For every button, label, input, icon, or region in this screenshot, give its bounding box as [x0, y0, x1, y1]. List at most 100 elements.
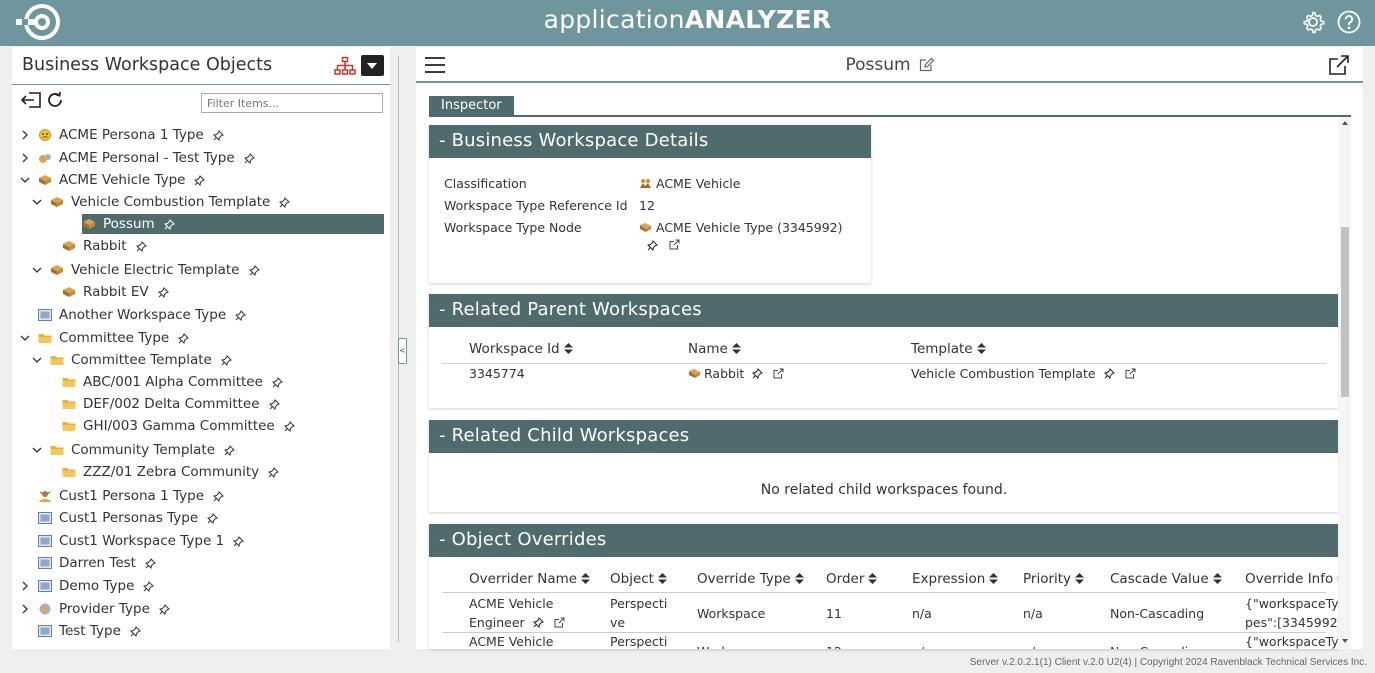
collapse-panel-button[interactable]: < — [398, 338, 407, 364]
tree-item[interactable]: ACME Persona 1 Type — [38, 125, 224, 145]
chevron-down-icon[interactable] — [32, 355, 42, 365]
pin-icon[interactable] — [279, 196, 291, 208]
inspector-scrollbar[interactable] — [1339, 117, 1351, 649]
parents-section-header[interactable]: - Related Parent Workspaces — [429, 294, 1338, 327]
chevron-right-icon[interactable] — [20, 604, 30, 614]
chevron-down-icon[interactable] — [32, 265, 42, 275]
pin-icon[interactable] — [1103, 368, 1115, 379]
tree-item[interactable]: ABC/001 Alpha Committee — [62, 372, 283, 392]
chevron-down-icon[interactable] — [20, 333, 30, 343]
parent-template-text[interactable]: Vehicle Combustion Template — [911, 364, 1096, 383]
open-link-icon[interactable] — [554, 617, 565, 628]
pin-icon[interactable] — [752, 368, 764, 379]
col-name[interactable]: Name — [688, 341, 741, 357]
tree-item[interactable]: DEF/002 Delta Committee — [62, 394, 280, 414]
pin-icon[interactable] — [647, 240, 658, 251]
overrides-column-header[interactable]: Order — [826, 571, 878, 587]
pin-icon[interactable] — [194, 174, 206, 186]
pin-icon[interactable] — [233, 535, 245, 547]
overrides-column-header[interactable]: Override Info — [1245, 571, 1338, 587]
chevron-down-icon[interactable] — [32, 445, 42, 455]
pin-icon[interactable] — [271, 376, 283, 388]
external-link-icon[interactable] — [1328, 54, 1350, 76]
pin-icon[interactable] — [224, 444, 235, 456]
chevron-right-icon[interactable] — [20, 130, 30, 140]
tree-item[interactable]: Test Type — [38, 621, 141, 641]
tree-item[interactable]: Committee Template — [50, 350, 232, 370]
refresh-icon[interactable] — [46, 91, 64, 109]
tree-item[interactable]: Possum — [82, 214, 384, 234]
col-template[interactable]: Template — [911, 341, 986, 357]
chevron-right-icon[interactable] — [20, 153, 30, 163]
open-link-icon[interactable] — [1125, 368, 1136, 379]
tree-item[interactable]: Rabbit EV — [62, 282, 169, 302]
pin-icon[interactable] — [158, 603, 170, 615]
tree-item[interactable]: Cust1 Persona 1 Type — [38, 486, 224, 506]
pin-icon[interactable] — [213, 490, 224, 502]
pin-icon[interactable] — [212, 129, 224, 141]
type-node-text[interactable]: ACME Vehicle Type (3345992) — [656, 220, 843, 235]
tree-item[interactable]: GHI/003 Gamma Committee — [62, 416, 295, 436]
tree-item[interactable]: ACME Personal - Test Type — [38, 148, 255, 168]
pin-icon[interactable] — [268, 398, 280, 410]
tree-item[interactable]: Cust1 Personas Type — [38, 508, 219, 528]
overrides-column-header[interactable]: Override Type — [697, 571, 804, 587]
help-icon[interactable] — [1337, 10, 1361, 34]
scroll-thumb[interactable] — [1341, 227, 1349, 397]
pin-icon[interactable] — [283, 420, 295, 432]
hierarchy-icon[interactable] — [334, 56, 356, 76]
pin-icon[interactable] — [220, 354, 232, 366]
overrides-column-header[interactable]: Expression — [912, 571, 999, 587]
filter-input[interactable] — [201, 93, 383, 113]
overrides-section-header[interactable]: - Object Overrides — [429, 524, 1338, 557]
parent-template[interactable]: Vehicle Combustion Template — [911, 364, 1136, 383]
open-link-icon[interactable] — [669, 239, 680, 250]
tree-item[interactable]: Another Workspace Type — [38, 305, 247, 325]
tree-item[interactable]: Cust1 Workspace Type 1 — [38, 531, 245, 551]
type-node-value[interactable]: ACME Vehicle Type (3345992) — [639, 220, 843, 235]
tree-item[interactable]: Rabbit — [62, 236, 147, 256]
tree-item[interactable]: Vehicle Electric Template — [50, 260, 260, 280]
dropdown-button[interactable] — [361, 55, 384, 76]
tab-inspector[interactable]: Inspector — [429, 96, 514, 116]
pin-icon[interactable] — [157, 286, 169, 298]
gear-icon[interactable] — [1301, 10, 1325, 34]
overrider-name[interactable]: ACME Vehicle — [469, 632, 553, 649]
chevron-right-icon[interactable] — [20, 581, 30, 591]
parent-name[interactable]: Rabbit — [688, 364, 784, 383]
pin-icon[interactable] — [144, 557, 156, 569]
pin-icon[interactable] — [129, 625, 141, 637]
scroll-up-arrow[interactable] — [1342, 121, 1348, 125]
tree-item[interactable]: Community Template — [50, 440, 235, 460]
pin-icon[interactable] — [207, 512, 219, 524]
col-workspace-id[interactable]: Workspace Id — [469, 341, 573, 357]
tree-item[interactable]: ACME Vehicle Type — [38, 170, 206, 190]
pin-icon[interactable] — [163, 218, 175, 230]
exit-icon[interactable] — [20, 91, 42, 109]
pin-icon[interactable] — [235, 309, 247, 321]
overrider-name[interactable]: ACME Vehicle — [469, 594, 553, 613]
tree-item[interactable]: Vehicle Combustion Template — [50, 192, 291, 212]
tree-item[interactable]: Committee Type — [38, 328, 190, 348]
overrides-column-header[interactable]: Cascade Value — [1110, 571, 1222, 587]
pin-icon[interactable] — [243, 152, 255, 164]
tree-item[interactable]: Darren Test — [38, 553, 156, 573]
overrider-name-cont[interactable]: Engineer — [469, 613, 565, 632]
tree-item[interactable]: ZZZ/01 Zebra Community — [62, 462, 280, 482]
edit-icon[interactable] — [919, 57, 934, 72]
pin-icon[interactable] — [143, 580, 155, 592]
open-link-icon[interactable] — [773, 368, 784, 379]
pin-icon[interactable] — [178, 332, 190, 344]
pin-icon[interactable] — [532, 617, 544, 629]
scroll-down-arrow[interactable] — [1342, 639, 1348, 643]
children-section-header[interactable]: - Related Child Workspaces — [429, 420, 1338, 453]
overrides-column-header[interactable]: Overrider Name — [469, 571, 591, 587]
parent-name-text[interactable]: Rabbit — [704, 364, 744, 383]
chevron-down-icon[interactable] — [32, 197, 42, 207]
tree-item[interactable]: Demo Type — [38, 576, 155, 596]
pin-icon[interactable] — [135, 240, 147, 252]
overrides-column-header[interactable]: Priority — [1023, 571, 1085, 587]
pin-icon[interactable] — [248, 264, 260, 276]
overrides-column-header[interactable]: Object — [610, 571, 667, 587]
pin-icon[interactable] — [268, 466, 280, 478]
